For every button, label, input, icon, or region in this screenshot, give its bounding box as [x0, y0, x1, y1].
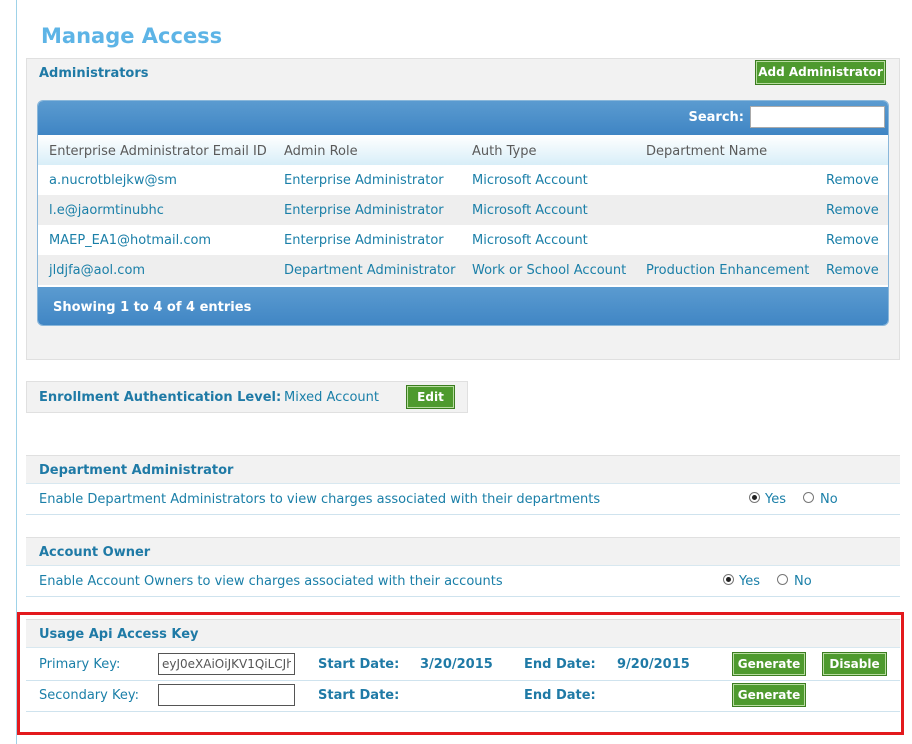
row-role: Enterprise Administrator	[284, 203, 444, 218]
table-row: l.e@jaormtinubhc Enterprise Administrato…	[38, 195, 888, 225]
table-row: MAEP_EA1@hotmail.com Enterprise Administ…	[38, 225, 888, 255]
remove-link[interactable]: Remove	[826, 173, 879, 188]
column-header-email[interactable]: Enterprise Administrator Email ID	[49, 144, 267, 159]
search-label: Search:	[688, 110, 744, 125]
department-admin-heading: Department Administrator	[39, 463, 234, 478]
account-owner-no-radio[interactable]	[777, 574, 788, 585]
row-role: Department Administrator	[284, 263, 456, 278]
search-input[interactable]	[750, 106, 885, 128]
grid-footer: Showing 1 to 4 of 4 entries	[38, 287, 888, 325]
divider	[26, 514, 900, 515]
row-email: l.e@jaormtinubhc	[49, 203, 164, 218]
department-admin-no-label: No	[820, 492, 838, 507]
grid-toolbar: Search:	[38, 101, 888, 135]
row-email: jldjfa@aol.com	[49, 263, 146, 278]
row-email: a.nucrotblejkw@sm	[49, 173, 177, 188]
table-row: jldjfa@aol.com Department Administrator …	[38, 255, 888, 285]
row-role: Enterprise Administrator	[284, 233, 444, 248]
table-row: a.nucrotblejkw@sm Enterprise Administrat…	[38, 165, 888, 195]
enrollment-auth-value: Mixed Account	[284, 390, 379, 405]
account-owner-header	[26, 537, 900, 566]
enrollment-auth-label: Enrollment Authentication Level:	[39, 390, 282, 405]
divider	[26, 596, 900, 597]
account-owner-yes-radio[interactable]	[723, 574, 734, 585]
remove-link[interactable]: Remove	[826, 203, 879, 218]
account-owner-description: Enable Account Owners to view charges as…	[39, 574, 503, 589]
account-owner-heading: Account Owner	[39, 545, 151, 560]
department-admin-yes-label: Yes	[765, 492, 786, 507]
column-header-department[interactable]: Department Name	[646, 144, 767, 159]
row-auth: Microsoft Account	[472, 203, 588, 218]
highlight-box	[17, 612, 904, 735]
account-owner-yes-label: Yes	[739, 574, 760, 589]
account-owner-no-label: No	[794, 574, 812, 589]
row-role: Enterprise Administrator	[284, 173, 444, 188]
administrators-heading: Administrators	[39, 66, 149, 81]
row-auth: Microsoft Account	[472, 173, 588, 188]
department-admin-description: Enable Department Administrators to view…	[39, 492, 601, 507]
row-department: Production Enhancement	[646, 263, 810, 278]
department-admin-no-radio[interactable]	[803, 492, 814, 503]
department-admin-yes-radio[interactable]	[749, 492, 760, 503]
remove-link[interactable]: Remove	[826, 233, 879, 248]
row-email: MAEP_EA1@hotmail.com	[49, 233, 212, 248]
column-header-auth[interactable]: Auth Type	[472, 144, 536, 159]
entries-info: Showing 1 to 4 of 4 entries	[53, 300, 252, 315]
edit-enrollment-button[interactable]: Edit	[406, 385, 455, 409]
column-header-role[interactable]: Admin Role	[284, 144, 358, 159]
administrators-grid: Search: Enterprise Administrator Email I…	[37, 100, 889, 326]
page-title: Manage Access	[41, 24, 223, 48]
row-auth: Microsoft Account	[472, 233, 588, 248]
row-auth: Work or School Account	[472, 263, 627, 278]
remove-link[interactable]: Remove	[826, 263, 879, 278]
add-administrator-button[interactable]: Add Administrator	[755, 60, 886, 85]
